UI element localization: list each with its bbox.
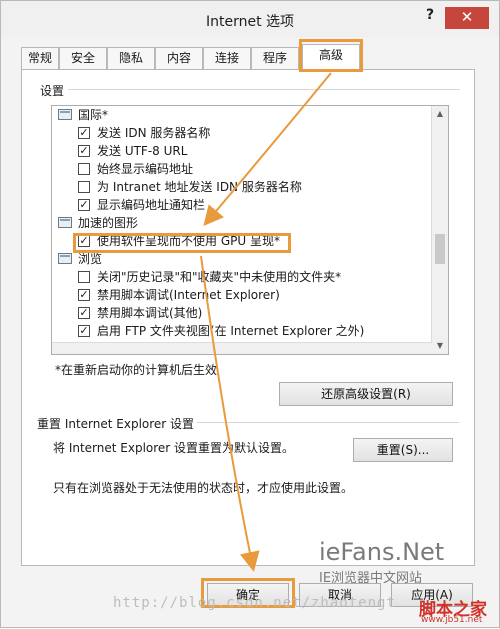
category-icon: [58, 109, 72, 120]
scroll-down-arrow-icon[interactable]: ▼: [432, 338, 448, 354]
checkbox-encoded-notify[interactable]: ✓: [78, 199, 90, 211]
vertical-scrollbar[interactable]: ▲ ▼: [431, 106, 448, 354]
tab-advanced[interactable]: 高级: [302, 44, 360, 70]
internet-options-dialog: Internet 选项 ? ✕ 常规 安全 隐私 内容 连接 程序 高级 设置 …: [0, 0, 500, 628]
reset-description: 将 Internet Explorer 设置重置为默认设置。: [53, 441, 295, 455]
item-label: 发送 IDN 服务器名称: [97, 126, 211, 140]
item-label: 使用软件呈现而不使用 GPU 呈现*: [97, 234, 280, 248]
category-label: 国际*: [78, 108, 109, 122]
tab-connections[interactable]: 连接: [203, 47, 251, 69]
iefans-watermark: ieFans.Net: [319, 538, 445, 566]
settings-list[interactable]: 国际* ✓ 发送 IDN 服务器名称 ✓ 发送 UTF-8 URL 始终显示编码…: [51, 105, 449, 355]
reset-warning: 只有在浏览器处于无法使用的状态时，才应使用此设置。: [53, 481, 354, 495]
item-label: 发送 UTF-8 URL: [97, 144, 188, 158]
tab-general[interactable]: 常规: [21, 47, 59, 69]
scroll-up-arrow-icon[interactable]: ▲: [432, 106, 448, 122]
category-label: 浏览: [78, 252, 103, 266]
item-label: 为 Intranet 地址发送 IDN 服务器名称: [97, 180, 302, 194]
restore-advanced-button[interactable]: 还原高级设置(R): [279, 382, 453, 406]
reset-group-rule: [197, 422, 459, 423]
checkbox-send-idn[interactable]: ✓: [78, 127, 90, 139]
checkbox-ftp-folder-view[interactable]: ✓: [78, 325, 90, 337]
category-label: 加速的图形: [78, 216, 139, 230]
tab-privacy[interactable]: 隐私: [107, 47, 155, 69]
horizontal-scrollbar[interactable]: [52, 342, 432, 354]
reset-button[interactable]: 重置(S)...: [353, 438, 453, 462]
item-label: 禁用脚本调试(Internet Explorer): [97, 288, 280, 302]
tab-programs[interactable]: 程序: [251, 47, 299, 69]
scroll-thumb[interactable]: [435, 234, 445, 264]
item-label: 关闭"历史记录"和"收藏夹"中未使用的文件夹*: [97, 270, 342, 284]
checkbox-disable-debug-ie[interactable]: ✓: [78, 289, 90, 301]
help-button[interactable]: ?: [421, 7, 439, 27]
tab-content[interactable]: 内容: [155, 47, 203, 69]
ok-button[interactable]: 确定: [207, 583, 289, 607]
category-icon: [58, 217, 72, 228]
settings-group-label: 设置: [40, 84, 65, 98]
checkbox-send-utf8[interactable]: ✓: [78, 145, 90, 157]
checkbox-disable-debug-other[interactable]: ✓: [78, 307, 90, 319]
tab-security[interactable]: 安全: [59, 47, 107, 69]
category-icon: [58, 253, 72, 264]
item-label: 启用 FTP 文件夹视图(在 Internet Explorer 之外): [97, 324, 365, 338]
settings-group-rule: [68, 89, 460, 90]
checkbox-show-encoded[interactable]: [78, 163, 90, 175]
item-label: 禁用脚本调试(其他): [97, 306, 203, 320]
checkbox-close-unused-folders[interactable]: [78, 271, 90, 283]
restart-note: *在重新启动你的计算机后生效: [55, 363, 218, 377]
cancel-button[interactable]: 取消: [299, 583, 381, 607]
checkbox-software-rendering[interactable]: ✓: [78, 235, 90, 247]
title-bar[interactable]: Internet 选项 ? ✕: [1, 1, 499, 37]
checkbox-intranet-idn[interactable]: [78, 181, 90, 193]
item-label: 显示编码地址通知栏: [97, 198, 206, 212]
item-label: 始终显示编码地址: [97, 162, 194, 176]
jb51-url-watermark: www.jb51.net: [421, 615, 483, 625]
close-icon[interactable]: ✕: [445, 7, 489, 29]
reset-group-title: 重置 Internet Explorer 设置: [37, 417, 195, 431]
